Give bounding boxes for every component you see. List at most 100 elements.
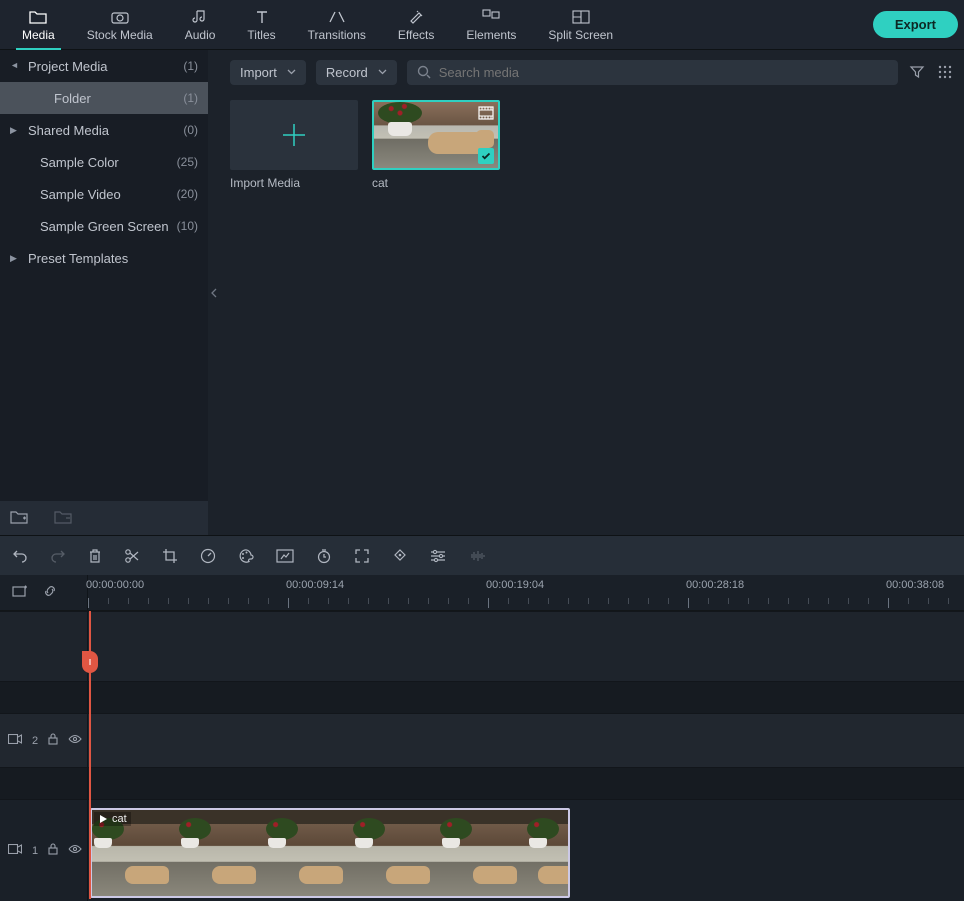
tab-label: Audio <box>185 28 216 42</box>
track-number: 2 <box>32 735 38 747</box>
filter-icon[interactable] <box>908 63 926 81</box>
music-icon <box>191 8 209 26</box>
tree-count: (10) <box>177 219 198 233</box>
visibility-icon[interactable] <box>68 844 82 857</box>
sidebar: ▼ Project Media (1) Folder (1) ▶ Shared … <box>0 50 208 535</box>
redo-icon <box>50 549 66 563</box>
timeline-toolbar <box>0 535 964 575</box>
ruler-label: 00:00:28:18 <box>686 579 744 591</box>
content-pane: Import Record Import <box>220 50 964 535</box>
tab-label: Effects <box>398 28 434 42</box>
tab-transitions[interactable]: Transitions <box>292 0 382 50</box>
grid-view-icon[interactable] <box>936 63 954 81</box>
chevron-down-icon <box>378 69 387 75</box>
tab-effects[interactable]: Effects <box>382 0 450 50</box>
record-dropdown[interactable]: Record <box>316 60 397 85</box>
duration-icon[interactable] <box>316 548 332 564</box>
new-folder-icon[interactable] <box>10 510 28 527</box>
track-number: 1 <box>32 845 38 857</box>
crop-icon[interactable] <box>162 548 178 564</box>
tree-label: Sample Green Screen <box>40 219 177 234</box>
tree-count: (0) <box>183 123 198 137</box>
video-track-icon <box>8 734 22 747</box>
playhead-handle[interactable] <box>82 651 98 673</box>
chevron-down-icon: ▼ <box>10 61 20 71</box>
sidebar-item-sample-video[interactable]: Sample Video (20) <box>0 178 208 210</box>
sidebar-item-project-media[interactable]: ▼ Project Media (1) <box>0 50 208 82</box>
track-spacer <box>0 611 964 681</box>
split-screen-icon <box>572 8 590 26</box>
tab-label: Titles <box>247 28 275 42</box>
add-track-icon[interactable] <box>12 584 28 601</box>
video-thumb[interactable] <box>372 100 500 170</box>
dropdown-label: Record <box>326 65 368 80</box>
sidebar-item-shared-media[interactable]: ▶ Shared Media (0) <box>0 114 208 146</box>
timeline-clip-cat[interactable]: cat <box>90 808 570 898</box>
chevron-down-icon <box>287 69 296 75</box>
sidebar-footer <box>0 501 208 535</box>
tab-stock-media[interactable]: Stock Media <box>71 0 169 50</box>
card-label: cat <box>372 176 500 190</box>
tab-label: Elements <box>466 28 516 42</box>
audio-wave-icon <box>468 549 486 563</box>
sidebar-item-preset-templates[interactable]: ▶ Preset Templates <box>0 242 208 274</box>
track-spacer <box>0 767 964 799</box>
split-icon[interactable] <box>124 548 140 564</box>
tree-count: (25) <box>177 155 198 169</box>
undo-icon[interactable] <box>12 549 28 563</box>
tree-label: Sample Color <box>40 155 177 170</box>
top-toolbar: Media Stock Media Audio Titles Transitio… <box>0 0 964 50</box>
search-icon <box>417 65 431 79</box>
chevron-right-icon: ▶ <box>10 125 20 136</box>
visibility-icon[interactable] <box>68 734 82 747</box>
tab-label: Split Screen <box>548 28 613 42</box>
tracks-area: 2 1 cat <box>0 611 964 899</box>
search-input[interactable] <box>439 65 888 80</box>
ruler-tools <box>0 575 88 610</box>
clip-frames <box>92 824 568 896</box>
delete-icon[interactable] <box>88 548 102 564</box>
green-screen-icon[interactable] <box>276 549 294 563</box>
tab-split-screen[interactable]: Split Screen <box>532 0 629 50</box>
color-icon[interactable] <box>238 548 254 564</box>
collapse-sidebar-handle[interactable] <box>208 50 220 535</box>
lock-icon[interactable] <box>48 733 58 748</box>
main-area: ▼ Project Media (1) Folder (1) ▶ Shared … <box>0 50 964 535</box>
speed-icon[interactable] <box>200 548 216 564</box>
timeline-ruler[interactable]: 00:00:00:00 00:00:09:14 00:00:19:04 00:0… <box>88 575 964 610</box>
transition-icon <box>328 8 346 26</box>
video-track-icon <box>8 844 22 857</box>
ruler-label: 00:00:38:08 <box>886 579 944 591</box>
sidebar-tree: ▼ Project Media (1) Folder (1) ▶ Shared … <box>0 50 208 501</box>
sidebar-item-folder[interactable]: Folder (1) <box>0 82 208 114</box>
expand-icon[interactable] <box>354 548 370 564</box>
search-field[interactable] <box>407 60 898 85</box>
tree-label: Project Media <box>28 59 183 74</box>
tab-titles[interactable]: Titles <box>231 0 291 50</box>
track-2[interactable]: 2 <box>0 713 964 767</box>
settings-icon[interactable] <box>430 549 446 563</box>
media-card-cat[interactable]: cat <box>372 100 500 190</box>
import-thumb[interactable] <box>230 100 358 170</box>
export-button[interactable]: Export <box>873 11 958 38</box>
link-icon[interactable] <box>42 583 58 602</box>
chevron-right-icon: ▶ <box>10 253 20 264</box>
tab-audio[interactable]: Audio <box>169 0 232 50</box>
track-head: 1 <box>0 800 88 901</box>
media-grid: Import Media cat <box>220 94 964 196</box>
track-1[interactable]: 1 cat <box>0 799 964 901</box>
delete-folder-icon[interactable] <box>54 510 72 527</box>
import-media-card[interactable]: Import Media <box>230 100 358 190</box>
sidebar-item-sample-color[interactable]: Sample Color (25) <box>0 146 208 178</box>
import-dropdown[interactable]: Import <box>230 60 306 85</box>
folder-icon <box>29 8 47 26</box>
tab-media[interactable]: Media <box>6 0 71 50</box>
sidebar-item-sample-green-screen[interactable]: Sample Green Screen (10) <box>0 210 208 242</box>
plus-icon <box>279 120 309 150</box>
tree-label: Sample Video <box>40 187 177 202</box>
lock-icon[interactable] <box>48 843 58 858</box>
clip-title: cat <box>94 812 131 826</box>
marker-icon[interactable] <box>392 548 408 564</box>
camera-icon <box>111 8 129 26</box>
tab-elements[interactable]: Elements <box>450 0 532 50</box>
